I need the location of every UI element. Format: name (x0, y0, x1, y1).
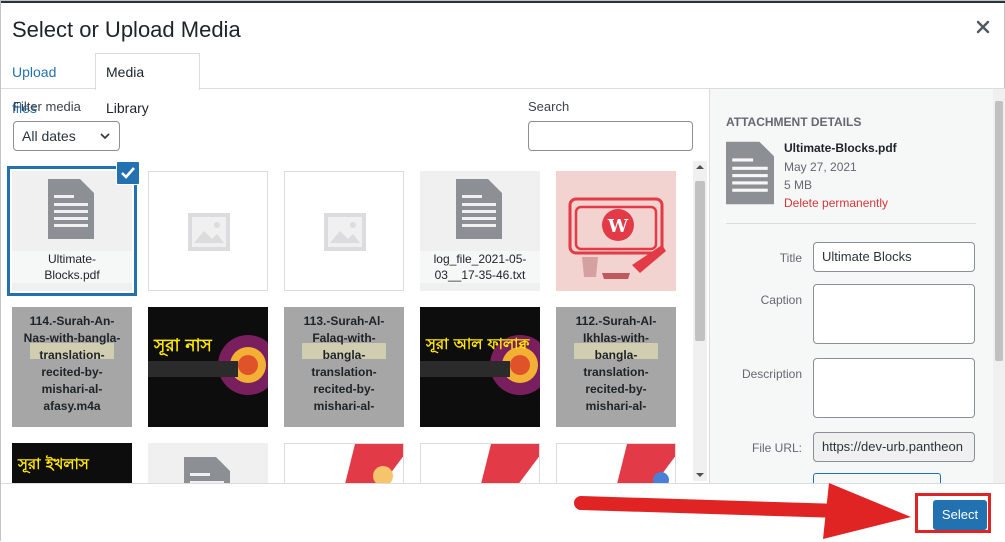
caption-field[interactable] (813, 284, 975, 344)
title-label: Title (779, 251, 802, 265)
tab-upload-files[interactable]: Upload files (1, 53, 96, 116)
description-label: Description (741, 367, 802, 381)
svg-text:W: W (607, 216, 629, 237)
media-item-audio-113[interactable]: 113.-Surah-Al- Falaq-with-bangla-translat… (284, 307, 404, 427)
media-item-log-file[interactable]: log_file_2021-05- 03__17-35-46.txt (420, 171, 540, 291)
thumb-title: সূরা আল ফালাক্ব (426, 335, 530, 353)
media-item-label: 112.-Surah-Al- Ikhlas-with-bangla-transla… (575, 314, 657, 413)
media-item-surah-falaq-image[interactable]: সূরা আল ফালাক্ব (420, 307, 540, 427)
file-url-label: File URL: (751, 441, 802, 455)
red-graphic-icon (481, 444, 539, 483)
flower-graphic-icon (148, 335, 268, 395)
caption-label: Caption (760, 293, 802, 307)
wordpress-icon: W (568, 197, 666, 279)
media-item-audio-112[interactable]: 112.-Surah-Al- Ikhlas-with-bangla-transla… (556, 307, 676, 427)
filter-media-label: Filter media (13, 99, 81, 114)
date-filter-select[interactable]: All dates (13, 121, 120, 151)
description-field[interactable] (813, 358, 975, 418)
media-item-label: log_file_2021-05- 03__17-35-46.txt (420, 251, 540, 283)
document-icon (456, 179, 502, 239)
file-url-field[interactable]: https://dev-urb.pantheon (813, 432, 975, 462)
select-button[interactable]: Select (933, 500, 987, 530)
modal-title: Select or Upload Media (12, 17, 241, 42)
details-divider (726, 223, 976, 224)
media-item-wordpress-image[interactable]: W (556, 171, 676, 291)
delete-permanently-link[interactable]: Delete permanently (784, 196, 888, 210)
chevron-down-icon (100, 133, 110, 140)
media-item-ultimate-blocks[interactable]: Ultimate- Blocks.pdf (12, 171, 132, 291)
media-item-document[interactable] (148, 443, 268, 483)
document-icon (48, 179, 94, 239)
close-icon[interactable] (975, 19, 991, 35)
attachment-details-heading: ATTACHMENT DETAILS (726, 115, 862, 129)
thumb-title: সূরা ইখলাস (18, 455, 89, 473)
scroll-up-icon[interactable] (696, 163, 704, 171)
grid-scrollbar-thumb[interactable] (695, 181, 705, 341)
tab-media-library[interactable]: Media Library (95, 53, 200, 116)
document-icon (184, 457, 230, 483)
media-tabs: Upload files Media Library (1, 53, 1005, 116)
search-input[interactable] (528, 121, 693, 151)
media-item-surah-nas-image[interactable]: সূরা নাস (148, 307, 268, 427)
media-item-label: Ultimate- Blocks.pdf (12, 251, 132, 283)
media-item-label: 114.-Surah-An- Nas-with-bangla-translatio… (23, 314, 121, 413)
title-field[interactable]: Ultimate Blocks (813, 242, 975, 272)
image-placeholder-icon (324, 213, 366, 251)
media-grid: Ultimate- Blocks.pdf log_file_2021-05- 0… (1, 161, 691, 483)
media-item-image-placeholder[interactable] (148, 171, 268, 291)
media-item-audio-114[interactable]: 114.-Surah-An- Nas-with-bangla-translatio… (12, 307, 132, 427)
date-filter-value: All dates (22, 128, 76, 144)
red-graphic-icon (345, 444, 403, 483)
media-item-surah-ikhlas-image[interactable]: সূরা ইখলাস (12, 443, 132, 483)
media-item-label: 113.-Surah-Al- Falaq-with-bangla-translat… (303, 314, 385, 413)
media-item-image[interactable] (284, 443, 404, 483)
attachment-file-name: Ultimate-Blocks.pdf (784, 141, 897, 155)
sidebar-scrollbar-thumb[interactable] (995, 101, 1003, 361)
image-placeholder-icon (188, 213, 230, 251)
search-label: Search (528, 99, 570, 114)
media-modal: Select or Upload Media Upload files Medi… (0, 0, 1005, 542)
annotation-arrow-icon (574, 483, 911, 539)
thumb-title: সূরা নাস (154, 336, 212, 356)
attachment-size: 5 MB (784, 178, 813, 192)
flower-graphic-icon (420, 335, 540, 395)
media-item-image-placeholder[interactable] (284, 171, 404, 291)
document-icon (726, 141, 774, 205)
selected-checkmark-icon[interactable] (116, 161, 140, 185)
top-border (1, 1, 1005, 3)
media-item-image[interactable] (420, 443, 540, 483)
attachment-date: May 27, 2021 (784, 160, 857, 174)
